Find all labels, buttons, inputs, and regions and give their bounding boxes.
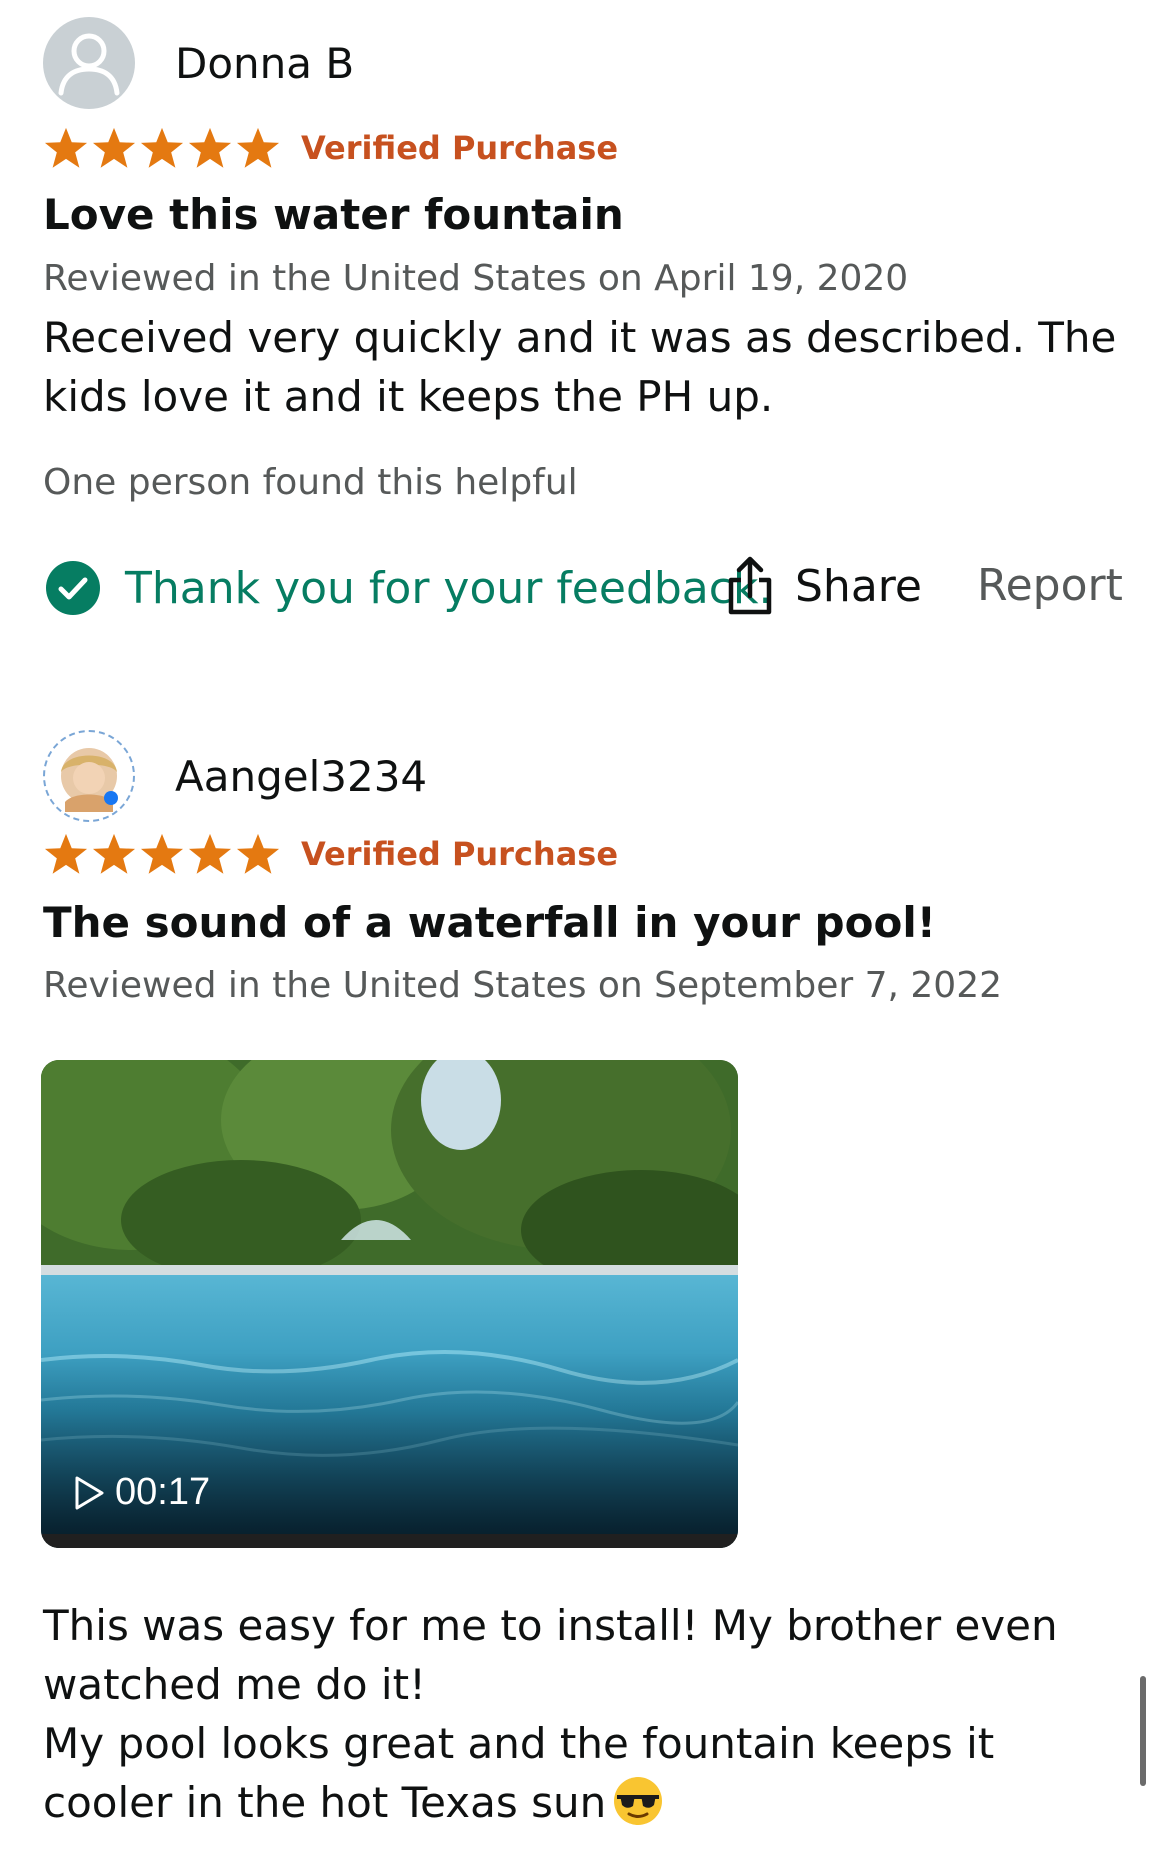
rating-row: Verified Purchase: [43, 832, 618, 876]
review-video[interactable]: 00:17: [41, 1060, 738, 1548]
share-icon: [728, 556, 772, 615]
review-body: This was easy for me to install! My brot…: [43, 1596, 1133, 1832]
review-body-text: My pool looks great and the fountain kee…: [43, 1719, 995, 1827]
review-body: Received very quickly and it was as desc…: [43, 313, 1117, 421]
review-date: Reviewed in the United States on April 1…: [43, 258, 909, 299]
star-icon: [236, 127, 280, 168]
star-icon: [188, 127, 232, 168]
star-rating[interactable]: [43, 832, 281, 876]
star-icon: [44, 127, 88, 168]
star-icon: [92, 127, 136, 168]
star-icon: [140, 833, 184, 874]
share-button[interactable]: Share: [725, 556, 922, 616]
reviewer-name: Donna B: [175, 38, 355, 88]
video-progress-bar[interactable]: [41, 1534, 738, 1548]
avatar: [43, 730, 135, 822]
reviewer-name: Aangel3234: [175, 751, 428, 801]
scrollbar[interactable]: [1140, 1676, 1146, 1786]
sunglasses-emoji-icon: [614, 1777, 663, 1825]
star-icon: [92, 833, 136, 874]
star-icon: [188, 833, 232, 874]
video-duration: 00:17: [115, 1471, 211, 1513]
report-link[interactable]: Report: [977, 560, 1123, 611]
reviewer-profile[interactable]: Aangel3234: [43, 730, 427, 822]
rating-row: Verified Purchase: [43, 126, 618, 170]
review-title: The sound of a waterfall in your pool!: [43, 898, 936, 947]
play-icon[interactable]: [73, 1475, 105, 1511]
check-circle-icon: [46, 561, 100, 615]
star-rating[interactable]: [43, 126, 281, 170]
review-body-line: This was easy for me to install! My brot…: [43, 1601, 1058, 1709]
review-body-line: My pool looks great and the fountain kee…: [43, 1714, 1133, 1832]
star-icon: [140, 127, 184, 168]
avatar-icon: [43, 17, 135, 109]
reviewer-profile[interactable]: Donna B: [43, 17, 354, 109]
verified-purchase-badge: Verified Purchase: [301, 129, 619, 167]
star-icon: [44, 833, 88, 874]
verified-purchase-badge: Verified Purchase: [301, 835, 619, 873]
video-controls: 00:17: [73, 1471, 210, 1514]
helpful-count: One person found this helpful: [43, 462, 578, 503]
review-actions: Thank you for your feedback. Share Repor…: [45, 556, 1125, 620]
review-title: Love this water fountain: [43, 190, 624, 239]
star-icon: [236, 833, 280, 874]
review-date: Reviewed in the United States on Septemb…: [43, 965, 1003, 1006]
feedback-text: Thank you for your feedback.: [125, 562, 773, 614]
share-label: Share: [795, 560, 922, 612]
feedback-confirmation: Thank you for your feedback.: [45, 560, 772, 616]
